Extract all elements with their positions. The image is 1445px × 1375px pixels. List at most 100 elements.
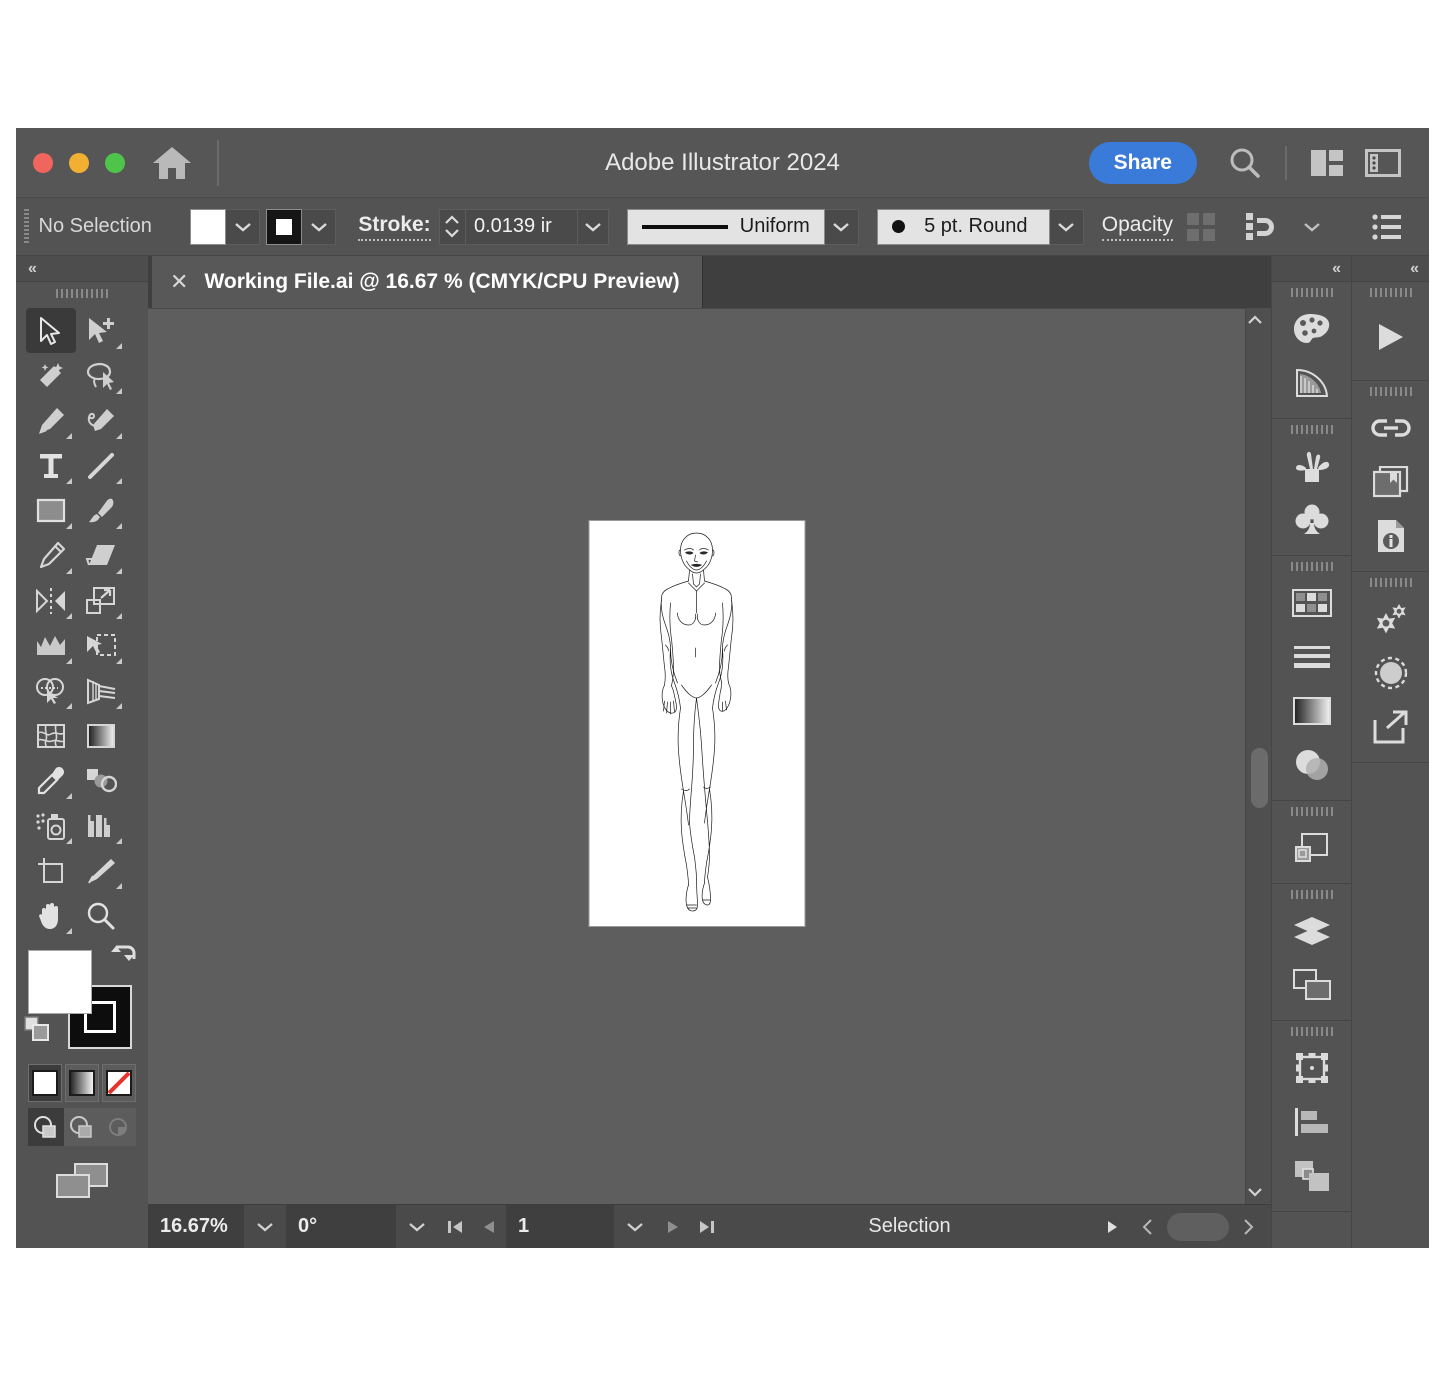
tools-drag-grip[interactable] — [16, 282, 148, 304]
artboard[interactable] — [589, 521, 804, 926]
gradient-panel-icon[interactable] — [1272, 684, 1351, 738]
line-segment-tool[interactable] — [76, 443, 126, 488]
zoom-level-input[interactable]: 16.67% — [148, 1205, 244, 1248]
selection-tool[interactable] — [26, 308, 76, 353]
control-bar-grip[interactable] — [24, 208, 29, 245]
rotation-dropdown-icon[interactable] — [396, 1205, 438, 1248]
artboard-dropdown-icon[interactable] — [614, 1205, 656, 1248]
draw-behind-button[interactable] — [64, 1108, 100, 1146]
image-trace-panel-icon[interactable] — [1352, 646, 1429, 700]
vertical-scrollbar[interactable] — [1245, 308, 1271, 1204]
vertical-scroll-thumb[interactable] — [1251, 748, 1268, 808]
document-tab[interactable]: ✕ Working File.ai @ 16.67 % (CMYK/CPU Pr… — [152, 256, 703, 308]
pathfinder-panel-icon[interactable] — [1272, 821, 1351, 875]
close-button[interactable] — [33, 152, 53, 173]
none-mode-button[interactable] — [102, 1064, 136, 1102]
previous-artboard-icon[interactable] — [472, 1205, 506, 1248]
slice-tool[interactable] — [76, 848, 126, 893]
graphic-styles-panel-icon[interactable] — [1352, 592, 1429, 646]
stroke-profile-dropdown-icon[interactable] — [824, 208, 859, 245]
magic-wand-tool[interactable] — [26, 353, 76, 398]
rectangle-tool[interactable] — [26, 488, 76, 533]
arrange-documents-icon[interactable] — [1299, 135, 1355, 191]
panel-group-grip[interactable] — [1272, 556, 1351, 576]
actions-panel-icon[interactable] — [1352, 302, 1429, 372]
pencil-tool[interactable] — [26, 533, 76, 578]
mesh-tool[interactable] — [26, 713, 76, 758]
status-menu-icon[interactable] — [1095, 1218, 1129, 1236]
free-transform-tool[interactable] — [76, 623, 126, 668]
symbols-panel-icon[interactable] — [1272, 493, 1351, 547]
stroke-weight-input[interactable]: 0.0139 ir — [465, 208, 578, 245]
perspective-grid-tool[interactable] — [76, 668, 126, 713]
stroke-weight-stepper[interactable] — [438, 208, 466, 245]
panel-group-grip[interactable] — [1272, 282, 1351, 302]
primary-dock-collapse-button[interactable]: « — [1272, 256, 1351, 282]
rotation-input[interactable]: 0° — [286, 1205, 396, 1248]
color-guide-panel-icon[interactable] — [1272, 356, 1351, 410]
pen-tool[interactable] — [26, 398, 76, 443]
zoom-tool[interactable] — [76, 893, 126, 938]
stroke-panel-icon[interactable] — [1272, 630, 1351, 684]
scale-tool[interactable] — [76, 578, 126, 623]
secondary-dock-collapse-button[interactable]: « — [1352, 256, 1429, 282]
workspace-switcher-icon[interactable] — [1355, 135, 1411, 191]
column-graph-tool[interactable] — [76, 803, 126, 848]
tools-collapse-button[interactable]: « — [16, 256, 148, 282]
opacity-label[interactable]: Opacity — [1101, 213, 1173, 241]
panel-group-grip[interactable] — [1272, 884, 1351, 904]
artboard-tool[interactable] — [26, 848, 76, 893]
lasso-tool[interactable] — [76, 353, 126, 398]
stroke-weight-dropdown-icon[interactable] — [577, 208, 609, 245]
paintbrush-tool[interactable] — [76, 488, 126, 533]
color-mode-button[interactable] — [28, 1064, 62, 1102]
align-objects-icon[interactable] — [1173, 199, 1229, 255]
fill-color-large-swatch[interactable] — [28, 950, 92, 1014]
snap-to-glyph-icon[interactable] — [1233, 199, 1289, 255]
close-tab-icon[interactable]: ✕ — [170, 269, 188, 295]
align-panel-icon[interactable] — [1272, 1095, 1351, 1149]
fill-dropdown-icon[interactable] — [226, 208, 261, 245]
stroke-dropdown-icon[interactable] — [302, 208, 337, 245]
type-tool[interactable] — [26, 443, 76, 488]
home-icon[interactable] — [151, 144, 193, 182]
eyedropper-tool[interactable] — [26, 758, 76, 803]
panel-group-grip[interactable] — [1272, 1021, 1351, 1041]
links-panel-icon[interactable] — [1352, 401, 1429, 455]
libraries-panel-icon[interactable] — [1352, 455, 1429, 509]
scroll-down-icon[interactable] — [1246, 1186, 1271, 1198]
hand-tool[interactable] — [26, 893, 76, 938]
last-artboard-icon[interactable] — [690, 1205, 724, 1248]
eraser-tool[interactable] — [76, 533, 126, 578]
canvas[interactable] — [148, 308, 1245, 1204]
document-info-panel-icon[interactable] — [1352, 509, 1429, 563]
width-warp-tool[interactable] — [26, 623, 76, 668]
share-button[interactable]: Share — [1088, 141, 1197, 184]
stroke-profile-select[interactable]: Uniform — [626, 208, 825, 245]
panel-group-grip[interactable] — [1352, 381, 1429, 401]
gradient-tool[interactable] — [76, 713, 126, 758]
stroke-color-swatch[interactable] — [266, 208, 303, 245]
rotate-reflect-tool[interactable] — [26, 578, 76, 623]
color-panel-icon[interactable] — [1272, 302, 1351, 356]
layers-panel-icon[interactable] — [1272, 904, 1351, 958]
next-artboard-icon[interactable] — [656, 1205, 690, 1248]
scroll-left-icon[interactable] — [1131, 1218, 1165, 1236]
scroll-right-icon[interactable] — [1231, 1218, 1265, 1236]
horizontal-scroll-thumb[interactable] — [1167, 1212, 1229, 1241]
search-icon[interactable] — [1217, 135, 1273, 191]
direct-selection-tool[interactable] — [76, 308, 126, 353]
brush-definition-select[interactable]: 5 pt. Round — [876, 208, 1050, 245]
draw-normal-button[interactable] — [28, 1108, 64, 1146]
artboard-number-input[interactable]: 1 — [506, 1205, 614, 1248]
zoom-dropdown-icon[interactable] — [244, 1205, 286, 1248]
panel-group-grip[interactable] — [1272, 801, 1351, 821]
draw-inside-button[interactable] — [100, 1108, 136, 1146]
asset-export-panel-icon[interactable] — [1352, 700, 1429, 754]
minimize-button[interactable] — [69, 152, 89, 173]
curvature-tool[interactable] — [76, 398, 126, 443]
stroke-weight-label[interactable]: Stroke: — [358, 213, 431, 241]
transparency-panel-icon[interactable] — [1272, 738, 1351, 792]
panel-group-grip[interactable] — [1352, 572, 1429, 592]
symbol-sprayer-tool[interactable] — [26, 803, 76, 848]
